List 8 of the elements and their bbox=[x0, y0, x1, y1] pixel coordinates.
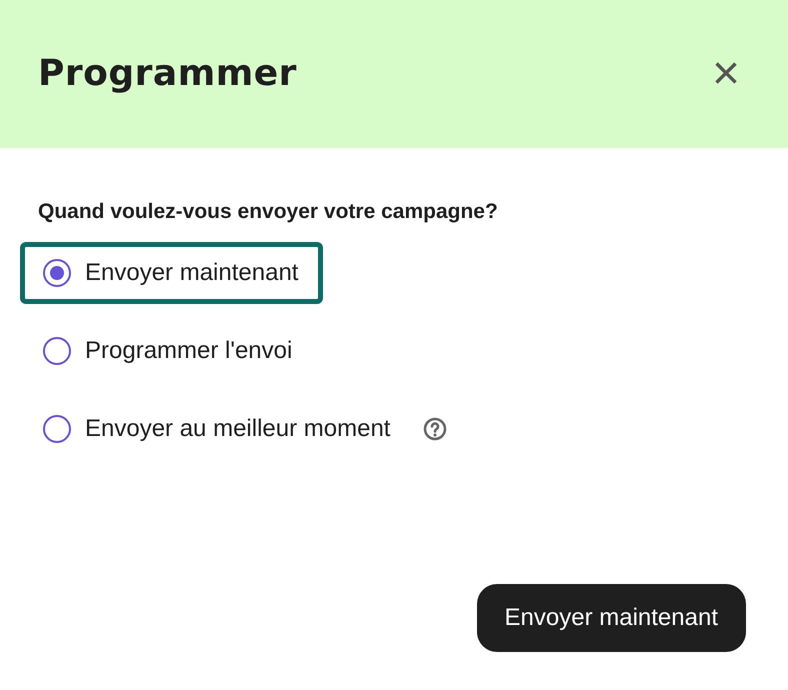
send-button[interactable]: Envoyer maintenant bbox=[476, 584, 746, 652]
close-button[interactable]: × bbox=[708, 50, 744, 98]
dialog-title: Programmer bbox=[38, 52, 297, 96]
help-icon[interactable] bbox=[423, 416, 448, 440]
radio-option[interactable]: Programmer l'envoi bbox=[20, 320, 318, 382]
question-text: Quand voulez-vous envoyer votre campagne? bbox=[38, 199, 499, 225]
radio-option[interactable]: Envoyer maintenant bbox=[20, 242, 324, 304]
radio-option[interactable]: Envoyer au meilleur moment bbox=[20, 398, 416, 460]
